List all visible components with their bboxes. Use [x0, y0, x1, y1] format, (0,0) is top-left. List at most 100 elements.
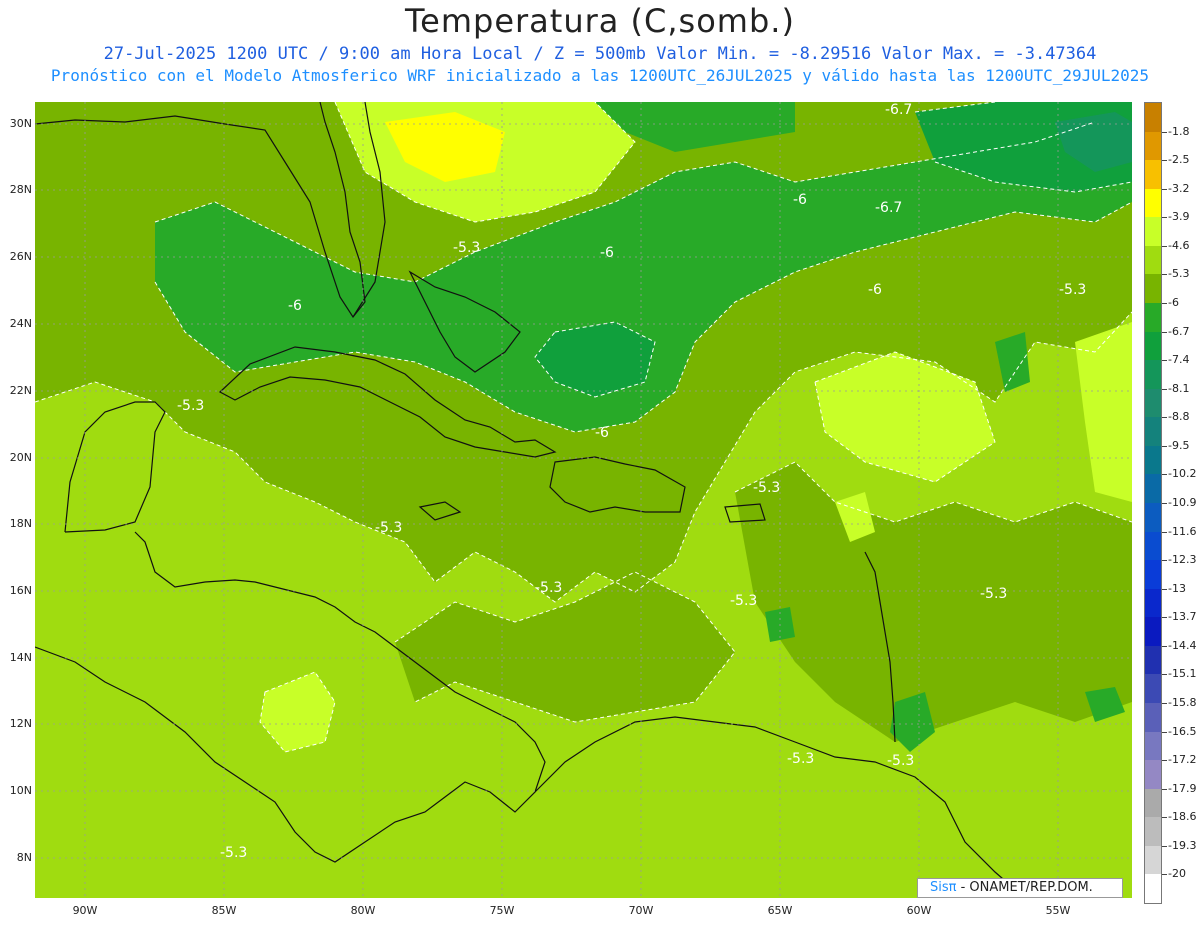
- colorbar-tick: [1162, 388, 1167, 390]
- credit-text: - ONAMET/REP.DOM.: [956, 880, 1093, 895]
- colorbar-segment: [1145, 760, 1161, 790]
- contour-label: -6: [868, 282, 882, 298]
- contour-label: -5.3: [1059, 282, 1086, 298]
- contour-label: -5.3: [375, 520, 402, 536]
- colorbar-segment: [1145, 874, 1161, 904]
- colorbar-label: -14.4: [1168, 638, 1197, 652]
- contour-label: -6.7: [875, 200, 902, 216]
- colorbar-tick: [1162, 560, 1167, 562]
- contour-label: -6: [288, 298, 302, 314]
- colorbar-segment: [1145, 817, 1161, 847]
- colorbar-segment: [1145, 445, 1161, 475]
- lat-label: 10N: [9, 784, 32, 797]
- lat-label: 30N: [9, 117, 32, 130]
- colorbar-segment: [1145, 531, 1161, 561]
- subtitle-line-1: 27-Jul-2025 1200 UTC / 9:00 am Hora Loca…: [103, 44, 1097, 64]
- colorbar-segment: [1145, 788, 1161, 818]
- colorbar-tick: [1162, 817, 1167, 819]
- colorbar-tick: [1162, 217, 1167, 219]
- colorbar: [1144, 102, 1162, 904]
- colorbar-tick: [1162, 703, 1167, 704]
- contour-label: -5.3: [220, 845, 247, 861]
- lon-label: 75W: [489, 904, 515, 917]
- lat-label: 12N: [9, 717, 32, 730]
- colorbar-segment: [1145, 303, 1161, 333]
- colorbar-tick: [1162, 474, 1167, 476]
- colorbar-tick: [1162, 274, 1167, 276]
- colorbar-label: -9.5: [1168, 438, 1190, 452]
- colorbar-segment: [1145, 217, 1161, 247]
- colorbar-tick: [1162, 160, 1167, 162]
- colorbar-label: -17.9: [1168, 781, 1197, 795]
- colorbar-tick: [1162, 760, 1167, 762]
- colorbar-segment: [1145, 703, 1161, 733]
- colorbar-segment: [1145, 417, 1161, 447]
- colorbar-label: -11.6: [1168, 524, 1197, 538]
- lon-label: 90W: [72, 904, 98, 917]
- colorbar-tick: [1162, 417, 1167, 419]
- colorbar-tick: [1162, 531, 1167, 533]
- colorbar-label: -7.4: [1168, 353, 1190, 367]
- lat-label: 20N: [9, 451, 32, 464]
- colorbar-tick: [1162, 788, 1167, 790]
- colorbar-label: -13.7: [1168, 610, 1197, 624]
- colorbar-segment: [1145, 617, 1161, 647]
- contour-label: -6: [595, 425, 609, 441]
- lat-label: 26N: [9, 250, 32, 263]
- colorbar-tick: [1162, 674, 1167, 676]
- lon-label: 85W: [211, 904, 237, 917]
- lat-label: 28N: [9, 183, 32, 196]
- colorbar-segment: [1145, 560, 1161, 590]
- colorbar-tick: [1162, 445, 1167, 447]
- colorbar-segment: [1145, 503, 1161, 533]
- contour-label: -5.3: [787, 751, 814, 767]
- contour-label: -5.3: [980, 586, 1007, 602]
- colorbar-label: -4.6: [1168, 238, 1190, 252]
- contour-label: -6: [793, 192, 807, 208]
- lat-label: 22N: [9, 384, 32, 397]
- colorbar-segment: [1145, 360, 1161, 390]
- colorbar-segment: [1145, 103, 1161, 133]
- lat-label: 24N: [9, 317, 32, 330]
- colorbar-segment: [1145, 160, 1161, 190]
- colorbar-tick: [1162, 874, 1167, 876]
- colorbar-tick: [1162, 845, 1167, 847]
- lon-label: 80W: [350, 904, 376, 917]
- colorbar-segment: [1145, 674, 1161, 704]
- colorbar-label: -16.5: [1168, 724, 1197, 738]
- colorbar-segment: [1145, 331, 1161, 361]
- colorbar-label: -17.2: [1168, 753, 1197, 767]
- subtitle-line-2: Pronóstico con el Modelo Atmosferico WRF…: [50, 66, 1150, 85]
- lat-label: 18N: [9, 517, 32, 530]
- colorbar-label: -19.3: [1168, 838, 1197, 852]
- temperature-map[interactable]: -6.7 -6 -6.7 -5.3 -6 -6 -6 -5.3 -5.3 -6 …: [35, 102, 1132, 898]
- colorbar-label: -3.9: [1168, 210, 1190, 224]
- credit-brand: Sisπ: [930, 880, 957, 895]
- colorbar-tick: [1162, 360, 1167, 362]
- colorbar-segment: [1145, 388, 1161, 418]
- colorbar-tick: [1162, 588, 1167, 590]
- lat-label: 8N: [16, 851, 32, 864]
- chart-title: Temperatura (C,somb.): [405, 2, 795, 40]
- colorbar-label: -15.1: [1168, 667, 1197, 681]
- colorbar-tick: [1162, 503, 1167, 504]
- colorbar-tick: [1162, 645, 1167, 647]
- colorbar-tick: [1162, 731, 1167, 733]
- colorbar-tick: [1162, 131, 1167, 133]
- lon-label: 65W: [767, 904, 793, 917]
- colorbar-label: -18.6: [1168, 810, 1197, 824]
- colorbar-tick: [1162, 617, 1167, 619]
- colorbar-segment: [1145, 474, 1161, 504]
- colorbar-tick: [1162, 245, 1167, 247]
- colorbar-label: -6.7: [1168, 324, 1190, 338]
- colorbar-label: -20: [1168, 867, 1186, 881]
- contour-label: -5.3: [535, 580, 562, 596]
- colorbar-label: -10.2: [1168, 467, 1197, 481]
- lon-label: 55W: [1045, 904, 1071, 917]
- colorbar-segment: [1145, 731, 1161, 761]
- colorbar-label: -10.9: [1168, 496, 1197, 509]
- colorbar-segment: [1145, 245, 1161, 275]
- colorbar-label: -15.8: [1168, 696, 1197, 709]
- colorbar-label: -13: [1168, 581, 1186, 595]
- colorbar-label: -6: [1168, 296, 1179, 309]
